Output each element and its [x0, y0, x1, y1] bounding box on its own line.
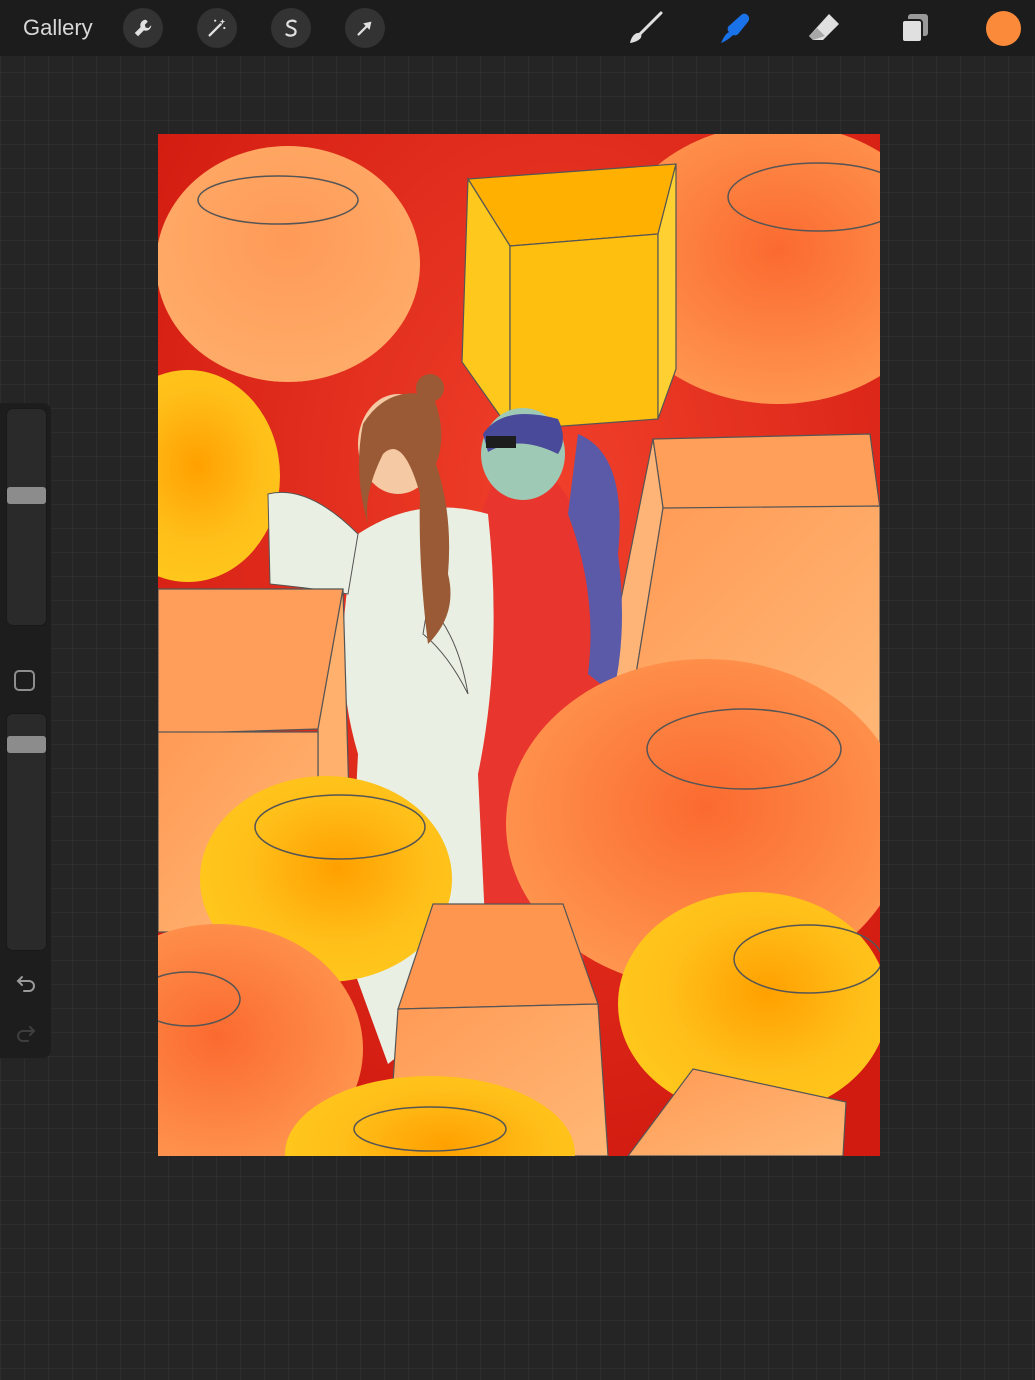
actions-wrench-icon[interactable]	[123, 8, 163, 48]
brush-icon[interactable]	[624, 6, 668, 50]
eraser-icon[interactable]	[803, 6, 847, 50]
gallery-button[interactable]: Gallery	[23, 14, 93, 42]
brush-size-thumb[interactable]	[7, 487, 46, 504]
undo-icon[interactable]	[12, 969, 40, 997]
opacity-thumb[interactable]	[7, 736, 46, 753]
transform-arrow-icon[interactable]	[345, 8, 385, 48]
top-toolbar: Gallery	[0, 0, 1035, 56]
selection-s-icon[interactable]	[271, 8, 311, 48]
layers-icon[interactable]	[892, 6, 936, 50]
artwork-canvas[interactable]	[158, 134, 880, 1156]
color-swatch[interactable]	[986, 11, 1021, 46]
redo-icon[interactable]	[12, 1019, 40, 1047]
opacity-slider[interactable]	[6, 713, 47, 951]
brush-size-slider[interactable]	[6, 408, 47, 626]
modify-button[interactable]	[14, 670, 35, 691]
sidebar	[0, 403, 51, 1058]
smudge-icon[interactable]	[713, 6, 757, 50]
adjustments-magic-wand-icon[interactable]	[197, 8, 237, 48]
artwork-illustration	[158, 134, 880, 1156]
